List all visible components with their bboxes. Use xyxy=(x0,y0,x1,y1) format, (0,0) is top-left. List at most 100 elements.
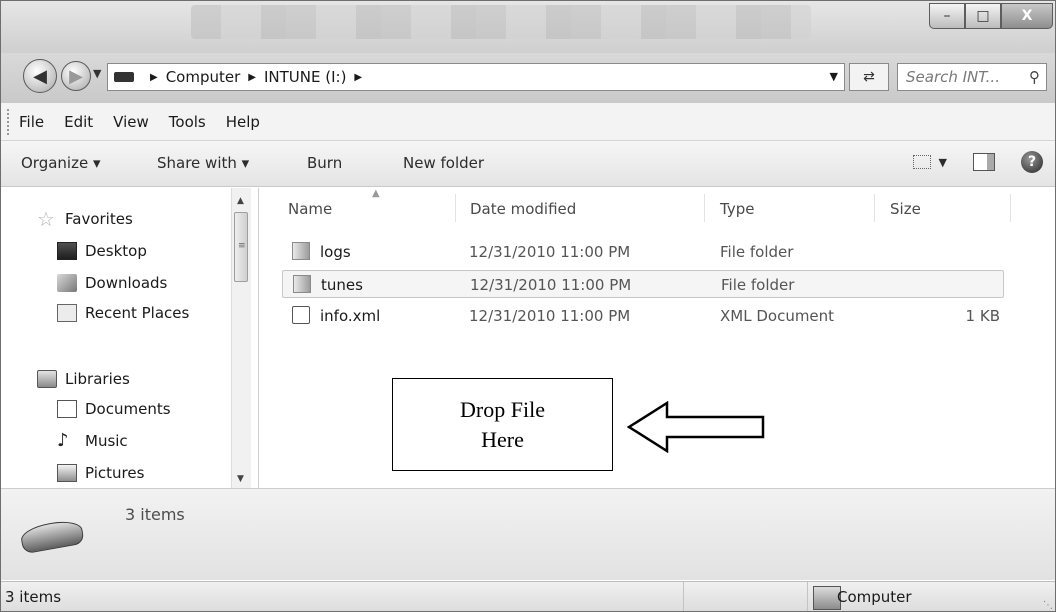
menu-bar: File Edit View Tools Help xyxy=(1,103,1055,141)
downloads-icon xyxy=(57,274,77,292)
column-header-name[interactable]: Name xyxy=(288,200,332,218)
nav-favorites[interactable]: ☆ Favorites xyxy=(37,207,133,231)
nav-label: Libraries xyxy=(65,370,130,388)
file-name: logs xyxy=(320,243,351,261)
address-dropdown-icon[interactable]: ▼ xyxy=(830,70,838,83)
left-arrow-icon xyxy=(627,401,765,453)
pictures-icon xyxy=(57,464,77,482)
burn-button[interactable]: Burn xyxy=(307,154,342,172)
details-pane: 3 items xyxy=(1,488,1055,580)
annotation-line: Drop File xyxy=(460,396,545,422)
drop-target-annotation: Drop File Here xyxy=(392,378,613,471)
file-date: 12/31/2010 11:00 PM xyxy=(469,307,631,325)
minimize-button[interactable]: – xyxy=(929,3,965,29)
column-separator[interactable] xyxy=(704,194,705,222)
details-item-count: 3 items xyxy=(125,505,185,524)
refresh-icon: ⇄ xyxy=(863,69,875,85)
nav-documents[interactable]: Documents xyxy=(57,400,171,418)
help-icon[interactable]: ? xyxy=(1021,151,1043,173)
file-type: File folder xyxy=(720,243,794,261)
file-name: info.xml xyxy=(320,307,381,325)
new-folder-button[interactable]: New folder xyxy=(403,154,484,172)
resize-grip-icon[interactable]: ⋱ xyxy=(1043,600,1053,611)
nav-downloads[interactable]: Downloads xyxy=(57,274,167,292)
title-bar[interactable]: – □ X xyxy=(1,1,1055,53)
organize-button[interactable]: Organize ▾ xyxy=(21,154,101,172)
maximize-button[interactable]: □ xyxy=(965,3,1001,29)
nav-music[interactable]: ♪ Music xyxy=(57,430,128,451)
table-row[interactable]: info.xml 12/31/2010 11:00 PM XML Documen… xyxy=(282,302,1004,330)
column-header-type[interactable]: Type xyxy=(720,200,754,218)
breadcrumb-separator-icon[interactable]: ▶ xyxy=(354,72,362,83)
desktop-icon xyxy=(57,242,77,260)
nav-label: Music xyxy=(85,432,128,450)
navigation-pane: ☆ Favorites Desktop Downloads Recent Pla… xyxy=(1,188,259,488)
nav-scrollbar[interactable]: ▲ ≡ ▼ xyxy=(231,188,251,488)
refresh-button[interactable]: ⇄ xyxy=(849,63,889,91)
file-date: 12/31/2010 11:00 PM xyxy=(469,243,631,261)
nav-label: Favorites xyxy=(65,210,133,228)
back-button[interactable]: ◀ xyxy=(23,59,57,93)
breadcrumb-separator-icon[interactable]: ▶ xyxy=(248,72,256,83)
change-view-button[interactable]: ▼ xyxy=(912,155,947,169)
forward-arrow-icon: ▶ xyxy=(69,65,83,87)
star-icon: ☆ xyxy=(37,207,55,231)
column-header-date[interactable]: Date modified xyxy=(470,200,576,218)
menu-tools[interactable]: Tools xyxy=(169,113,206,131)
nav-label: Desktop xyxy=(85,242,147,260)
column-header-size[interactable]: Size xyxy=(890,200,921,218)
file-name: tunes xyxy=(321,276,363,294)
nav-pictures[interactable]: Pictures xyxy=(57,464,144,482)
column-separator[interactable] xyxy=(1010,194,1011,222)
status-divider xyxy=(683,582,684,611)
column-separator[interactable] xyxy=(874,194,875,222)
recent-places-icon xyxy=(57,304,77,322)
address-bar[interactable]: ▶ Computer ▶ INTUNE (I:) ▶ ▼ xyxy=(107,63,845,91)
search-icon[interactable]: ⚲ xyxy=(1029,68,1040,86)
nav-label: Pictures xyxy=(85,464,145,482)
breadcrumb-computer[interactable]: Computer xyxy=(166,68,241,86)
drive-icon xyxy=(114,72,134,82)
menu-edit[interactable]: Edit xyxy=(64,113,93,131)
explorer-window: – □ X ◀ ▶ ▼ ▶ Computer ▶ INTUNE (I:) ▶ ▼… xyxy=(0,0,1056,612)
music-icon: ♪ xyxy=(57,430,69,451)
nav-libraries[interactable]: Libraries xyxy=(37,370,130,388)
search-placeholder: Search INT... xyxy=(906,68,1000,86)
nav-label: Downloads xyxy=(85,274,168,292)
file-type: XML Document xyxy=(720,307,835,325)
sort-arrow-icon: ▲ xyxy=(372,188,380,199)
window-controls: – □ X xyxy=(929,3,1053,29)
grip-icon: ≡ xyxy=(238,241,246,251)
blurred-background xyxy=(191,5,811,39)
annotation-line: Here xyxy=(481,426,524,452)
history-dropdown-icon[interactable]: ▼ xyxy=(93,67,101,80)
scroll-up-icon[interactable]: ▲ xyxy=(237,196,244,206)
file-size: 1 KB xyxy=(965,307,1000,325)
nav-recent-places[interactable]: Recent Places xyxy=(57,304,189,322)
scroll-down-icon[interactable]: ▼ xyxy=(237,474,244,484)
scroll-thumb[interactable]: ≡ xyxy=(234,212,248,282)
nav-desktop[interactable]: Desktop xyxy=(57,242,147,260)
share-with-button[interactable]: Share with ▾ xyxy=(157,154,249,172)
back-arrow-icon: ◀ xyxy=(33,65,47,87)
removable-drive-icon xyxy=(19,517,85,555)
menu-view[interactable]: View xyxy=(113,113,149,131)
column-separator[interactable] xyxy=(455,194,456,222)
command-bar: Organize ▾ Share with ▾ Burn New folder … xyxy=(1,141,1055,187)
breadcrumb-drive[interactable]: INTUNE (I:) xyxy=(264,68,346,86)
view-icon xyxy=(912,155,931,169)
menu-help[interactable]: Help xyxy=(226,113,260,131)
close-button[interactable]: X xyxy=(1001,3,1053,29)
status-bar: 3 items Computer ⋱ xyxy=(1,581,1055,611)
table-row[interactable]: logs 12/31/2010 11:00 PM File folder xyxy=(282,238,1004,266)
menu-file[interactable]: File xyxy=(19,113,44,131)
folder-icon xyxy=(292,242,310,260)
menu-grip xyxy=(7,109,11,135)
search-input[interactable]: Search INT... ⚲ xyxy=(897,63,1047,91)
table-row[interactable]: tunes 12/31/2010 11:00 PM File folder xyxy=(282,270,1004,298)
breadcrumb-separator-icon[interactable]: ▶ xyxy=(150,72,158,83)
forward-button[interactable]: ▶ xyxy=(61,61,91,91)
preview-pane-icon[interactable] xyxy=(973,153,995,171)
nav-label: Documents xyxy=(85,400,171,418)
file-type: File folder xyxy=(721,276,795,294)
